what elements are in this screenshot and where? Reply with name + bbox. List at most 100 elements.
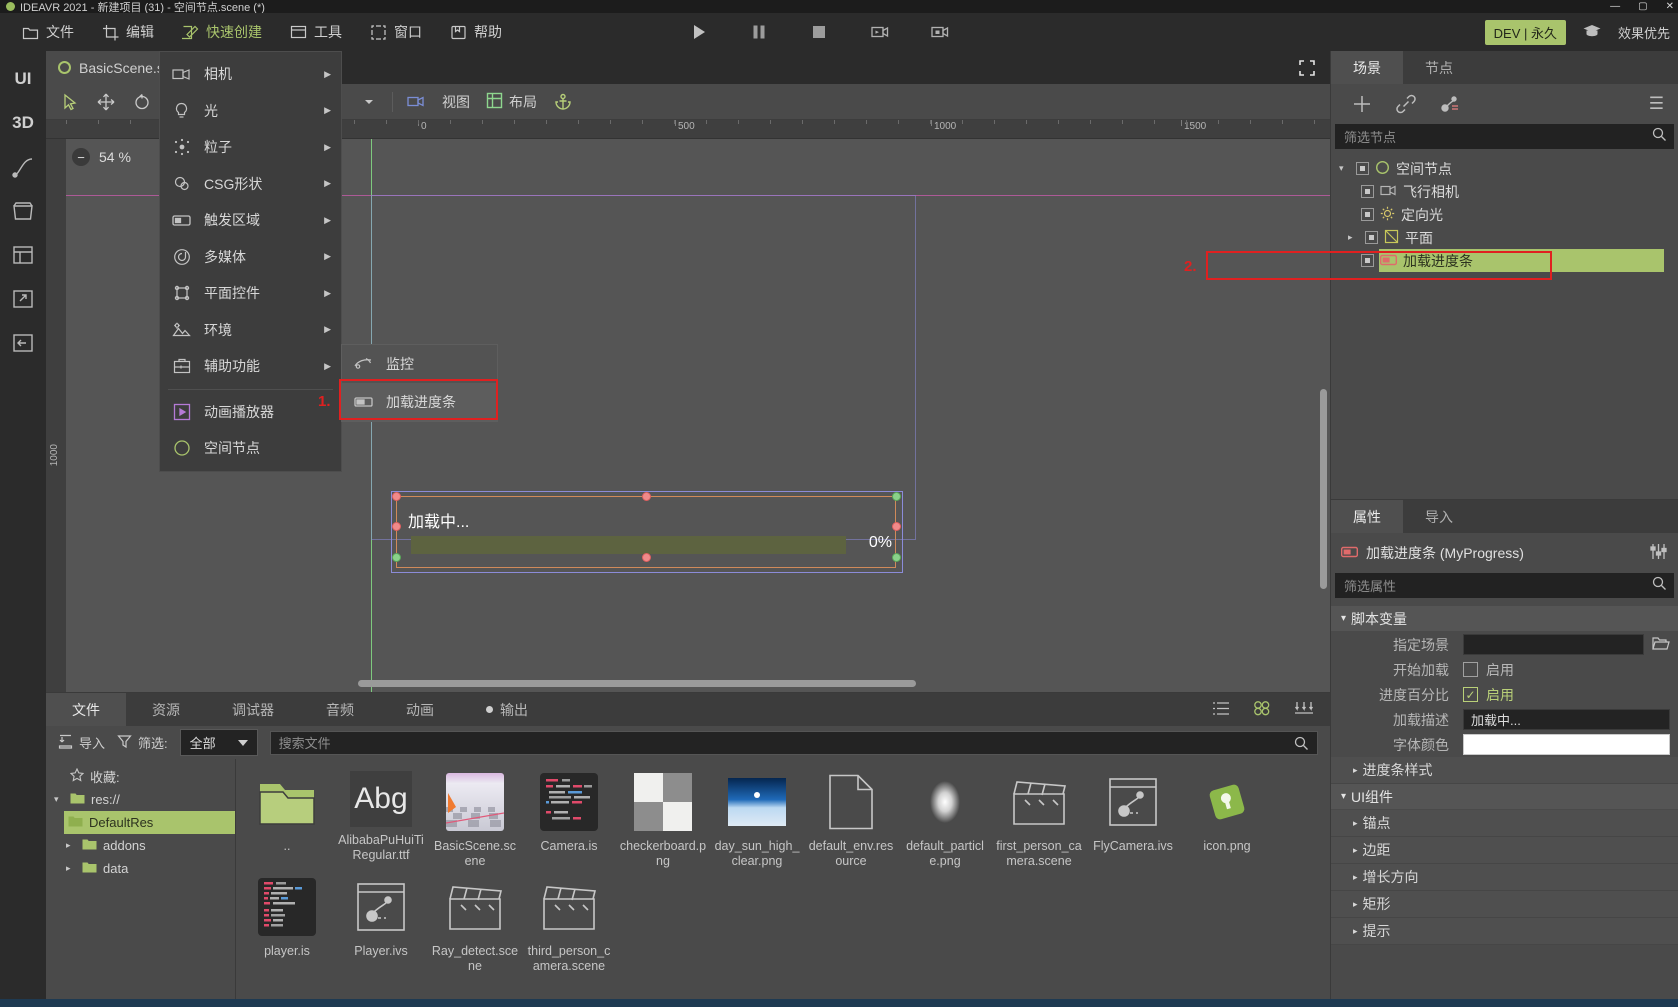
file-item[interactable]: player.is [240, 870, 334, 975]
menu-item-camera[interactable]: 相机 ▶ [160, 56, 341, 93]
sliders-icon[interactable] [1649, 543, 1668, 563]
vertical-scrollbar[interactable] [1320, 389, 1327, 589]
search-icon[interactable] [1652, 127, 1667, 145]
tab-import[interactable]: 导入 [1403, 500, 1475, 533]
resize-handle-tl[interactable] [392, 492, 401, 501]
expander[interactable]: ▸ [1353, 899, 1358, 910]
window-controls[interactable]: — ▢ ✕ [1610, 0, 1674, 13]
import-button[interactable]: 导入 [58, 733, 105, 752]
menu-item-animation-player[interactable]: 动画播放器 [160, 394, 341, 431]
subsection-rect[interactable]: ▸ 矩形 [1331, 891, 1678, 918]
file-item[interactable]: default_particle.png [898, 765, 992, 870]
file-item[interactable]: third_person_camera.scene [522, 870, 616, 975]
node-row-spatial[interactable]: ▾ 空间节点 [1331, 157, 1678, 180]
rail-3d-button[interactable]: 3D [3, 103, 43, 143]
rail-grid-button[interactable] [3, 235, 43, 275]
file-tree-defaultres[interactable]: DefaultRes [64, 811, 235, 834]
node-row-directionallight[interactable]: 定向光 [1331, 203, 1678, 226]
grid-view-icon[interactable] [1252, 700, 1272, 719]
tab-audio[interactable]: 音频 [300, 693, 380, 726]
menu-icon[interactable]: ☰ [1649, 94, 1664, 114]
visibility-toggle[interactable] [1361, 185, 1374, 198]
file-tree-addons[interactable]: ▸ addons [46, 834, 235, 857]
expander[interactable]: ▸ [1348, 232, 1359, 243]
resize-handle-bl[interactable] [392, 553, 401, 562]
file-item[interactable]: checkerboard.png [616, 765, 710, 870]
pause-icon[interactable] [750, 23, 768, 41]
scene-tab-basicscene[interactable]: BasicScene.s [46, 51, 176, 84]
section-script-vars[interactable]: ▾ 脚本变量 [1331, 606, 1678, 632]
graduation-cap-icon[interactable] [1582, 23, 1602, 42]
expander[interactable]: ▾ [1341, 613, 1346, 624]
subsection-margin[interactable]: ▸ 边距 [1331, 837, 1678, 864]
menu-item-spatial-node[interactable]: 空间节点 [160, 430, 341, 467]
file-item[interactable]: first_person_camera.scene [992, 765, 1086, 870]
resize-handle-tr[interactable] [892, 492, 901, 501]
stop-icon[interactable] [810, 23, 828, 41]
file-tree-data[interactable]: ▸ data [46, 857, 235, 880]
layout-menu[interactable]: 布局 [478, 92, 545, 112]
menu-item-trigger-area[interactable]: 触发区域 ▶ [160, 202, 341, 239]
rail-export-button[interactable] [3, 279, 43, 319]
menu-item-environment[interactable]: 环境 ▶ [160, 312, 341, 349]
folder-open-icon[interactable] [1652, 636, 1670, 654]
zoom-control[interactable]: − 54 % [72, 148, 131, 166]
expander[interactable]: ▸ [1353, 872, 1358, 883]
file-search-input[interactable]: 搜索文件 [269, 730, 1318, 755]
zoom-out-button[interactable]: − [72, 148, 90, 166]
start-load-checkbox[interactable] [1463, 662, 1478, 677]
menu-help[interactable]: 帮助 [436, 13, 516, 51]
menu-tools[interactable]: 工具 [276, 13, 356, 51]
scene-path-field[interactable] [1463, 634, 1644, 655]
rail-ui-button[interactable]: UI [3, 59, 43, 99]
submenu-item-progress-bar[interactable]: 加载进度条 [342, 383, 497, 421]
add-node-icon[interactable] [1351, 93, 1373, 115]
resize-handle-ml[interactable] [392, 522, 401, 531]
file-item[interactable]: .. [240, 765, 334, 870]
font-color-swatch[interactable] [1463, 734, 1670, 755]
rotate-tool-icon[interactable] [124, 84, 160, 120]
expander[interactable]: ▸ [66, 863, 76, 874]
tab-files[interactable]: 文件 [46, 693, 126, 726]
expander[interactable]: ▸ [66, 840, 76, 851]
file-item[interactable]: default_env.resource [804, 765, 898, 870]
visibility-toggle[interactable] [1356, 162, 1369, 175]
rail-curve-button[interactable] [3, 147, 43, 187]
effect-priority-label[interactable]: 效果优先 [1618, 23, 1670, 42]
file-item[interactable]: Abg AlibabaPuHuiTiRegular.ttf [334, 765, 428, 870]
file-item[interactable]: FlyCamera.ivs [1086, 765, 1180, 870]
expander[interactable]: ▸ [1353, 845, 1358, 856]
subsection-anchor[interactable]: ▸ 锚点 [1331, 810, 1678, 837]
node-row-progressbar[interactable]: 加载进度条 [1331, 249, 1678, 272]
percent-checkbox[interactable]: ✓ [1463, 687, 1478, 702]
menu-item-particle[interactable]: 粒子 ▶ [160, 129, 341, 166]
minimize-button[interactable]: — [1610, 1, 1620, 12]
visibility-toggle[interactable] [1365, 231, 1378, 244]
menu-item-light[interactable]: 光 ▶ [160, 93, 341, 130]
expander[interactable]: ▾ [54, 794, 64, 805]
expand-icon[interactable] [1284, 51, 1330, 84]
file-item[interactable]: icon.png [1180, 765, 1274, 870]
node-row-plane[interactable]: ▸ 平面 [1331, 226, 1678, 249]
camera-play-icon[interactable] [870, 23, 889, 41]
resize-handle-tc[interactable] [642, 492, 651, 501]
menu-quick-create[interactable]: 快速创建 [168, 13, 276, 51]
file-item[interactable]: BasicScene.scene [428, 765, 522, 870]
resize-handle-mr[interactable] [892, 522, 901, 531]
menu-item-media[interactable]: 多媒体 ▶ [160, 239, 341, 276]
view-menu[interactable]: 视图 [434, 92, 478, 112]
list-view-icon[interactable] [1212, 701, 1230, 719]
search-icon[interactable] [1652, 576, 1667, 594]
menu-item-csg[interactable]: CSG形状 ▶ [160, 166, 341, 203]
file-tree-res[interactable]: ▾ res:// [46, 788, 235, 811]
move-tool-icon[interactable] [88, 84, 124, 120]
camera-stop-icon[interactable] [930, 23, 949, 41]
tab-animation[interactable]: 动画 [380, 693, 460, 726]
subsection-tooltip[interactable]: ▸ 提示 [1331, 918, 1678, 945]
menu-item-aux-functions[interactable]: 辅助功能 ▶ [160, 348, 341, 385]
anchor-icon[interactable] [545, 84, 581, 120]
property-filter-input[interactable]: 筛选属性 [1335, 573, 1674, 598]
submenu-item-monitor[interactable]: 监控 [342, 345, 497, 383]
chevron-down-icon[interactable] [351, 84, 387, 120]
section-ui-component[interactable]: ▾ UI组件 [1331, 784, 1678, 810]
